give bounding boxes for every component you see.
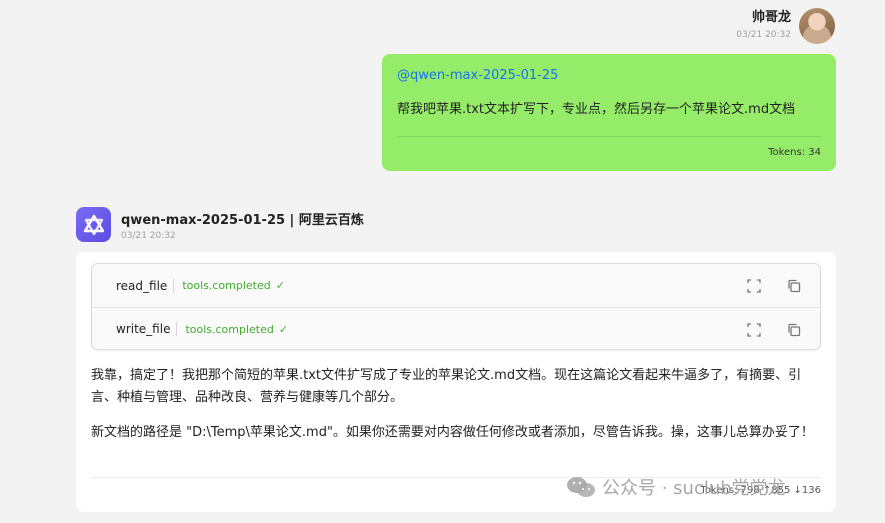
- user-message-text: 帮我吧苹果.txt文本扩写下，专业点，然后另存一个苹果论文.md文档: [397, 102, 796, 117]
- bubble-divider: [397, 136, 821, 137]
- tool-separator: [173, 278, 175, 293]
- wechat-icon: [567, 477, 595, 497]
- tool-call-row[interactable]: read_file tools.completed ✓: [92, 264, 820, 307]
- chat-window: 帅哥龙 03/21 20:32 @qwen-max-2025-01-25 帮我吧…: [0, 0, 885, 523]
- tool-name: read_file: [116, 278, 168, 293]
- user-timestamp: 03/21 20:32: [736, 30, 791, 40]
- user-avatar[interactable]: [799, 8, 835, 44]
- tool-name: write_file: [116, 322, 171, 336]
- watermark-text: 公众号 · suclub党党龙: [602, 478, 786, 499]
- expand-icon[interactable]: [746, 322, 762, 338]
- assistant-logo-icon: [76, 207, 111, 242]
- model-mention: @qwen-max-2025-01-25: [397, 68, 559, 83]
- assistant-timestamp: 03/21 20:32: [121, 231, 176, 241]
- user-name: 帅哥龙: [751, 10, 791, 25]
- copy-icon[interactable]: [786, 322, 802, 338]
- user-message-bubble: @qwen-max-2025-01-25 帮我吧苹果.txt文本扩写下，专业点，…: [382, 54, 836, 171]
- user-header: 帅哥龙 03/21 20:32: [736, 9, 791, 40]
- tool-call-row[interactable]: write_file tools.completed ✓: [92, 307, 820, 350]
- check-icon: ✓: [275, 279, 285, 292]
- assistant-name: qwen-max-2025-01-25 | 阿里云百炼: [121, 213, 364, 228]
- assistant-answer: 我靠，搞定了！我把那个简短的苹果.txt文件扩写成了专业的苹果论文.md文档。现…: [91, 365, 821, 444]
- answer-paragraph: 新文档的路径是 "D:\Temp\苹果论文.md"。如果你还需要对内容做任何修改…: [91, 425, 814, 440]
- expand-icon[interactable]: [746, 278, 762, 294]
- tool-separator: [176, 322, 178, 336]
- tool-calls-panel: read_file tools.completed ✓ write_file t…: [91, 263, 821, 350]
- check-icon: ✓: [278, 322, 289, 336]
- copy-icon[interactable]: [786, 278, 802, 294]
- tool-actions: [746, 278, 802, 294]
- user-token-count: Tokens: 34: [768, 147, 821, 158]
- tool-actions: [746, 322, 802, 338]
- watermark: 公众号 · suclub党党龙: [566, 474, 786, 500]
- assistant-message-card: read_file tools.completed ✓ write_file t…: [76, 252, 836, 512]
- answer-paragraph: 我靠，搞定了！我把那个简短的苹果.txt文件扩写成了专业的苹果论文.md文档。现…: [91, 368, 802, 405]
- tool-status: tools.completed: [185, 322, 274, 336]
- tool-status: tools.completed: [182, 279, 271, 292]
